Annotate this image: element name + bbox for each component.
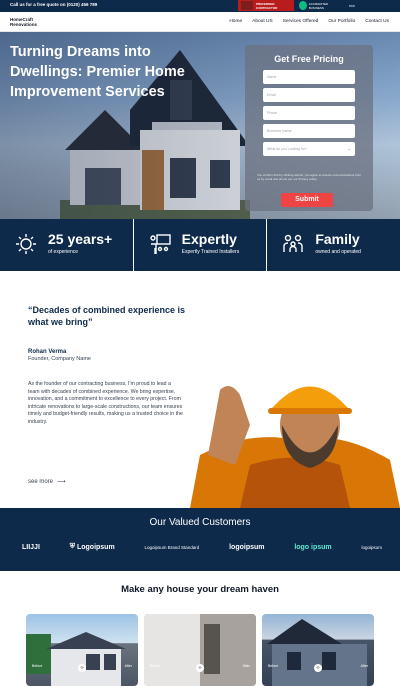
form-title: Get Free Pricing xyxy=(274,54,344,64)
phone-field[interactable]: Phone xyxy=(263,106,355,120)
see-more-link[interactable]: see more ⟶ xyxy=(28,478,66,485)
gallery-tile-2[interactable]: Before After ‹› xyxy=(144,614,256,686)
gallery-tile-3[interactable]: Before After ‹› xyxy=(262,614,374,686)
customer-logo-6: logoipsum xyxy=(361,544,382,550)
email-field[interactable]: Email xyxy=(263,88,355,102)
nav-link-portfolio[interactable]: Our Portfolio xyxy=(323,19,360,24)
nav-link-about[interactable]: About US xyxy=(247,19,278,24)
founder-photo xyxy=(190,370,400,508)
stats-bar: 25 years+ of experience Expertly Expertl… xyxy=(0,219,400,271)
consent-text: You confirm that by clicking submit, you… xyxy=(257,173,362,181)
nav-link-home[interactable]: Home xyxy=(224,19,247,24)
top-bar: Call us for a free quote on (0120) 456 7… xyxy=(0,0,400,12)
arrow-right-icon: ⟶ xyxy=(57,479,66,485)
founder-name: Rohan Verma xyxy=(28,349,67,355)
customers-title: Our Valued Customers xyxy=(149,517,251,528)
founder-quote: “Decades of combined experience is what … xyxy=(28,305,186,327)
founder-about: As the founder of our contracting busine… xyxy=(28,381,183,425)
customer-logo-4: logoipsum xyxy=(229,543,265,551)
business-name-field[interactable]: Business Name xyxy=(263,124,355,138)
preferred-contractor-badge: PREFERRED CONTRACTOR xyxy=(238,0,294,11)
chevron-down-icon: ⌄ xyxy=(347,146,351,151)
hero-title: Turning Dreams into Dwellings: Premier H… xyxy=(10,44,185,100)
pricing-form: Get Free Pricing Name Email Phone Busine… xyxy=(245,45,373,211)
badge-icon xyxy=(16,234,36,254)
house-photo-2 xyxy=(267,619,367,686)
stat-expertly: Expertly Expertly Trained Installers xyxy=(134,219,268,271)
founder-role: Founder, Company Name xyxy=(28,356,91,362)
submit-button[interactable]: Submit xyxy=(281,193,333,207)
compare-handle[interactable]: ‹› xyxy=(78,664,86,672)
nav-link-contact[interactable]: Contact Us xyxy=(360,19,394,24)
site-logo[interactable]: HomeCraft Renovations xyxy=(10,17,37,27)
bbb-badge: BBB xyxy=(346,0,396,11)
compare-handle[interactable]: ‹› xyxy=(314,664,322,672)
gallery-title: Make any house your dream haven xyxy=(121,584,279,595)
accredited-business-badge: ACCREDITED BUSINESS xyxy=(296,0,342,11)
call-text[interactable]: Call us for a free quote on (0120) 456 7… xyxy=(10,2,97,7)
customer-logo-1: LIIJJI xyxy=(22,543,40,551)
shield-icon: ⛨ xyxy=(69,543,75,550)
hero-section: Turning Dreams into Dwellings: Premier H… xyxy=(0,32,400,219)
stat-family: Family owned and operated xyxy=(267,219,400,271)
main-nav: HomeCraft Renovations Home About US Serv… xyxy=(0,12,400,32)
interior-photo xyxy=(144,614,256,686)
customer-logo-5: logo ipsum xyxy=(294,543,332,551)
presentation-icon xyxy=(149,234,171,254)
nav-link-services[interactable]: Services Offered xyxy=(278,19,324,24)
compare-handle[interactable]: ‹› xyxy=(196,664,204,672)
stat-experience: 25 years+ of experience xyxy=(0,219,134,271)
service-select[interactable]: What do you Looking for? ⌄ xyxy=(263,142,355,156)
customer-logo-3: Logoipsum Brand Standard xyxy=(144,544,200,550)
family-icon xyxy=(283,234,304,252)
house-photo-1 xyxy=(26,632,126,686)
customers-section: Our Valued Customers LIIJJI ⛨ Logoipsum L… xyxy=(0,508,400,571)
gallery-tile-1[interactable]: Before After ‹› xyxy=(26,614,138,686)
customer-logo-2: ⛨ Logoipsum xyxy=(69,543,115,551)
name-field[interactable]: Name xyxy=(263,70,355,84)
